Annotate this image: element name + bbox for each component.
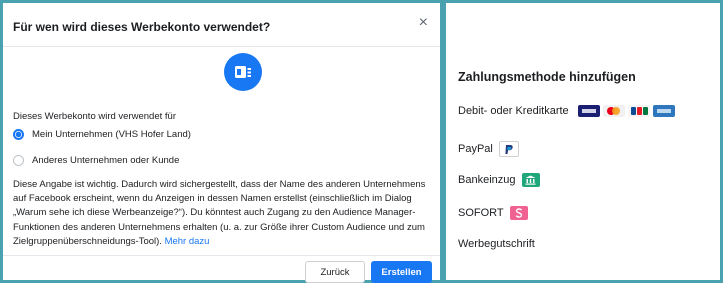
payment-method-label: Werbegutschrift	[458, 238, 535, 250]
payment-method-ad-credit[interactable]: Werbegutschrift	[458, 238, 541, 250]
footer-divider	[3, 255, 440, 256]
payment-method-card[interactable]: Debit- oder Kreditkarte	[458, 105, 675, 117]
paypal-icon	[498, 141, 519, 157]
radio-selected-icon[interactable]	[13, 129, 24, 140]
payment-method-panel: Zahlungsmethode hinzufügen Debit- oder K…	[446, 3, 720, 280]
radio-unselected-icon[interactable]	[13, 155, 24, 166]
mastercard-icon	[602, 105, 625, 117]
payment-method-label: Bankeinzug	[458, 174, 516, 186]
section-label: Dieses Werbekonto wird verwendet für	[13, 111, 176, 122]
ad-account-dialog: Für wen wird dieses Werbekonto verwendet…	[3, 3, 440, 283]
radio-label: Anderes Unternehmen oder Kunde	[32, 155, 180, 166]
jcb-icon	[627, 105, 650, 117]
payment-method-bank[interactable]: Bankeinzug	[458, 173, 540, 187]
payment-method-paypal[interactable]: PayPal	[458, 141, 519, 157]
more-link[interactable]: Mehr dazu	[165, 236, 210, 247]
ad-account-icon	[224, 53, 262, 91]
payment-title: Zahlungsmethode hinzufügen	[458, 70, 636, 84]
payment-method-sofort[interactable]: SOFORT	[458, 206, 528, 220]
radio-label: Mein Unternehmen (VHS Hofer Land)	[32, 129, 191, 140]
header-divider	[3, 46, 440, 47]
payment-method-label: PayPal	[458, 143, 493, 155]
dialog-title: Für wen wird dieses Werbekonto verwendet…	[13, 20, 271, 34]
radio-option-own-business[interactable]: Mein Unternehmen (VHS Hofer Land)	[13, 129, 191, 140]
close-icon[interactable]: ×	[419, 15, 428, 31]
payment-method-label: SOFORT	[458, 207, 504, 219]
description-body: Diese Angabe ist wichtig. Dadurch wird s…	[13, 179, 426, 247]
bank-icon	[521, 173, 540, 187]
payment-method-label: Debit- oder Kreditkarte	[458, 105, 569, 117]
amex-icon	[652, 105, 675, 117]
radio-option-other-business[interactable]: Anderes Unternehmen oder Kunde	[13, 155, 179, 166]
description-text: Diese Angabe ist wichtig. Dadurch wird s…	[13, 178, 431, 249]
visa-icon	[577, 105, 600, 117]
sofort-icon	[509, 206, 528, 220]
